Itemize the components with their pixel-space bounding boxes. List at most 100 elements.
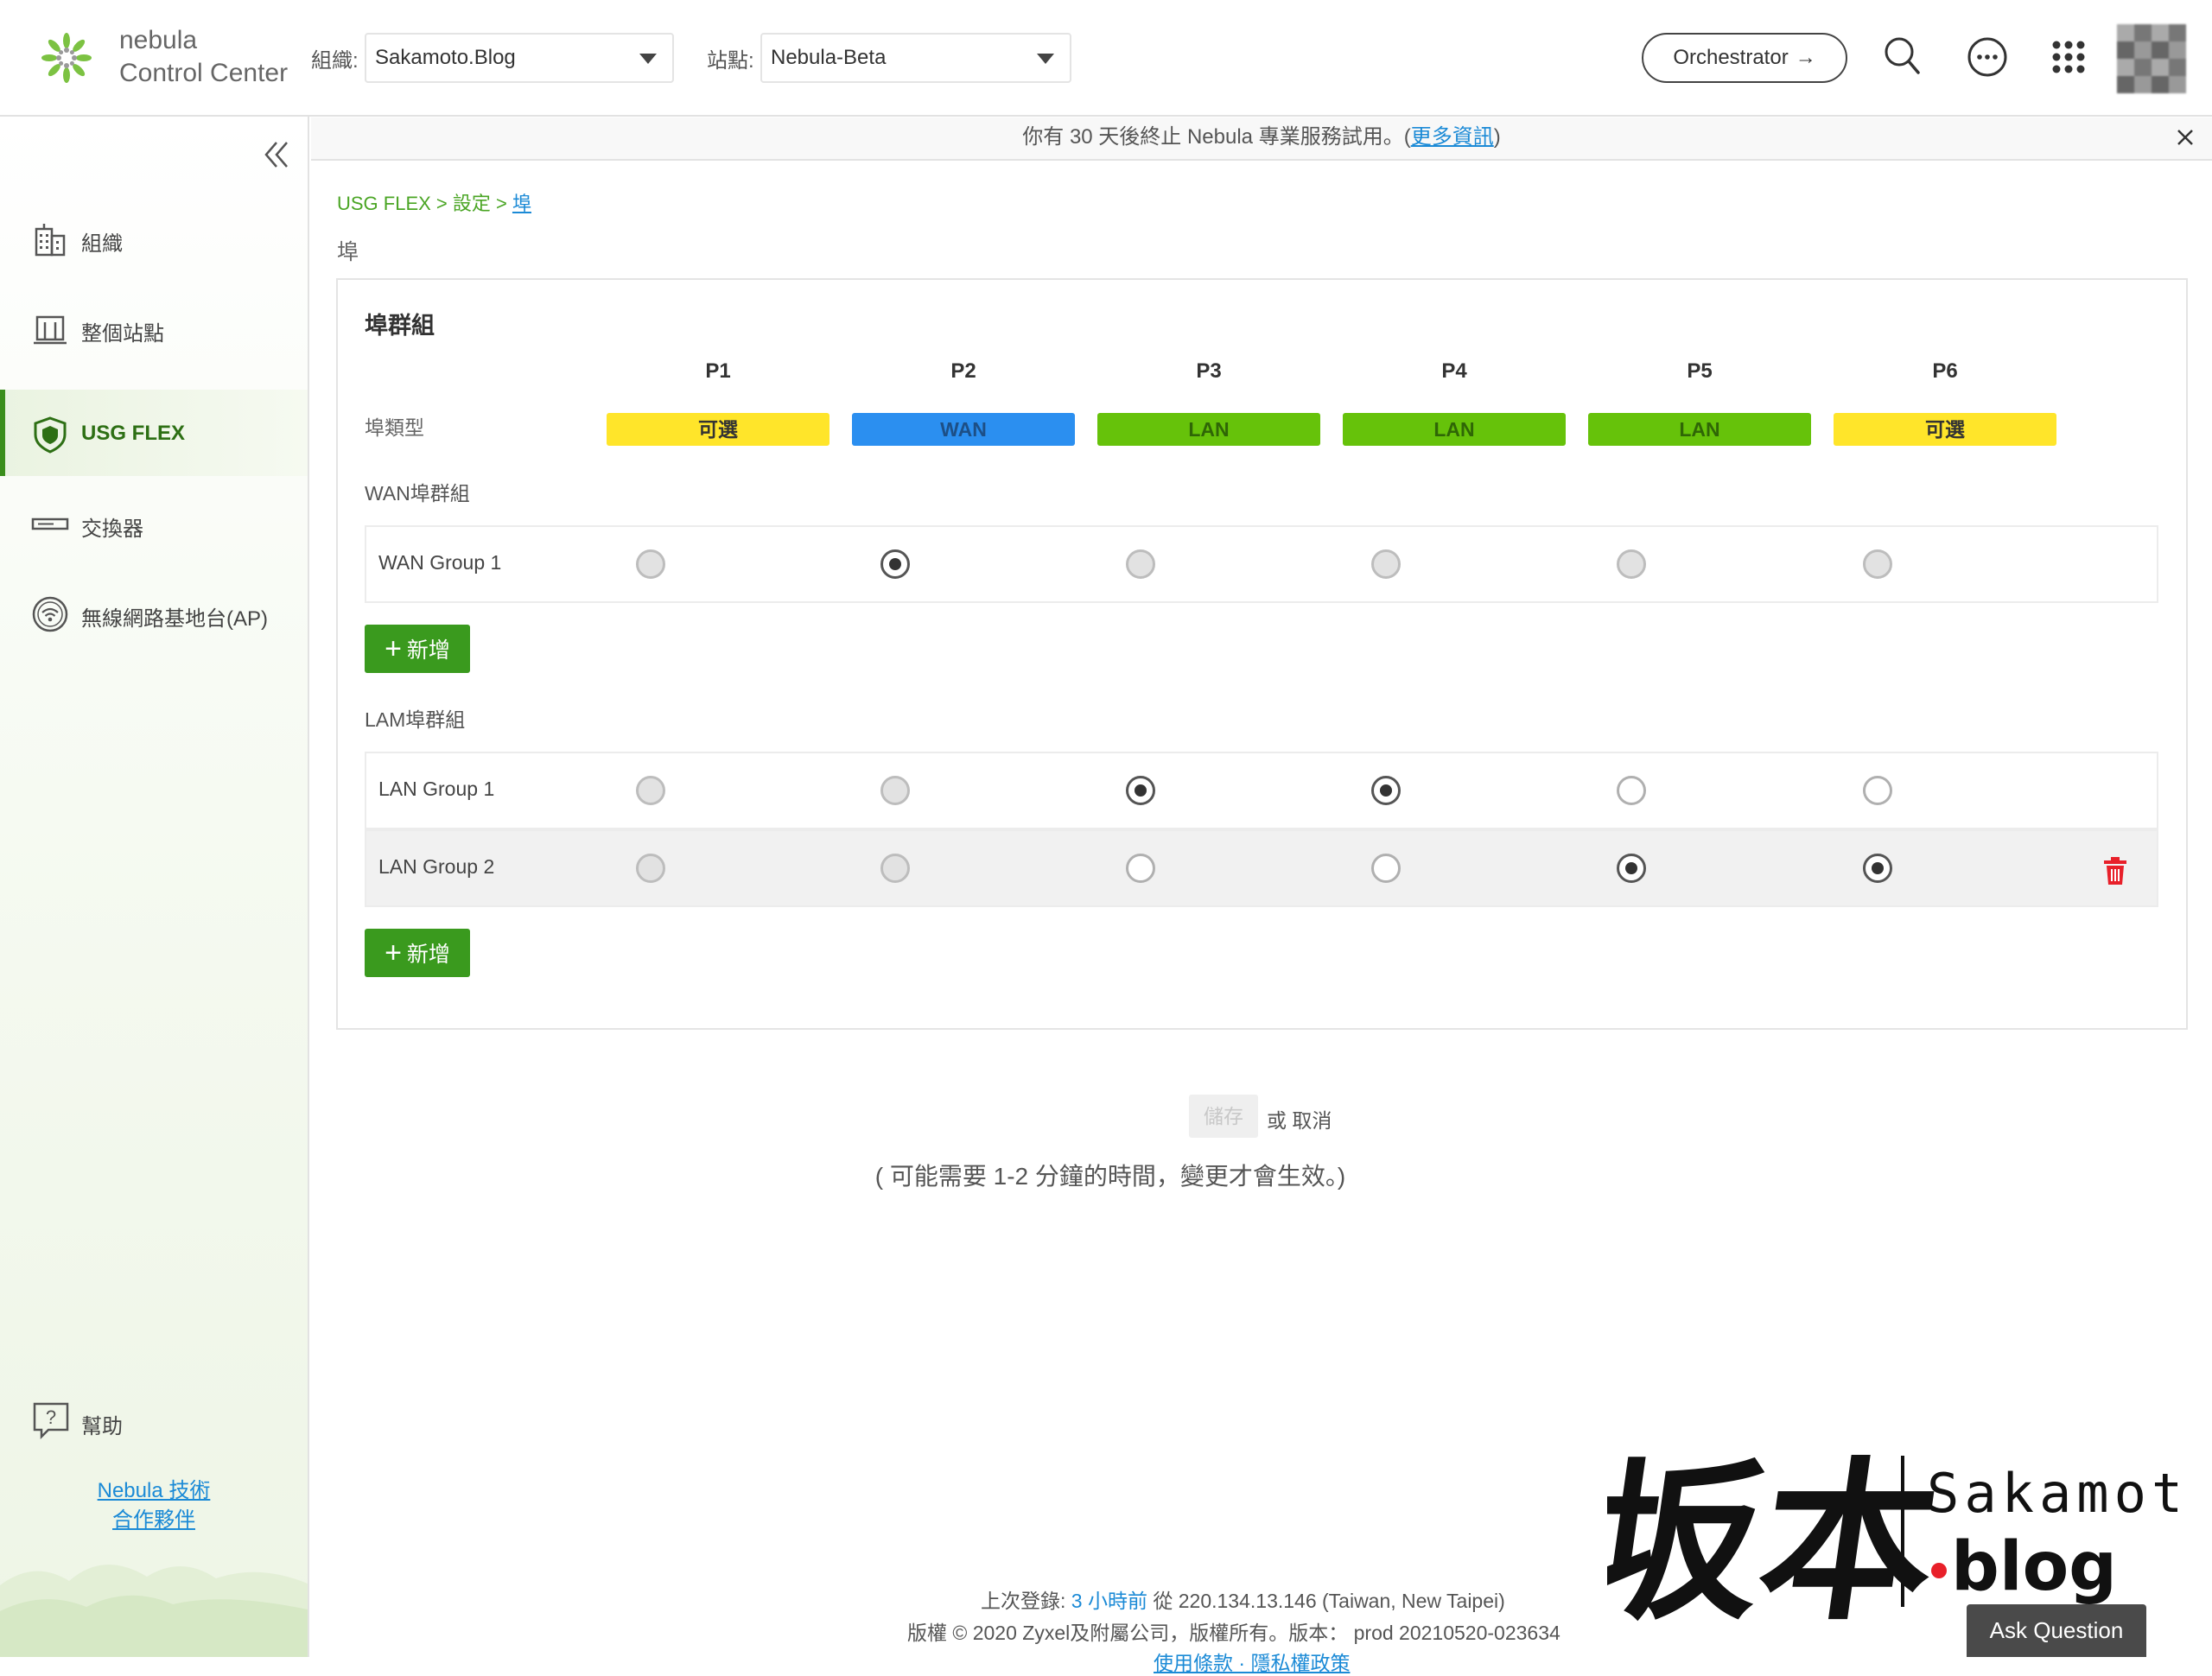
lan-group-radio — [880, 776, 910, 805]
wan-group-radio — [1371, 549, 1401, 579]
lan-group-radio[interactable] — [1371, 854, 1401, 883]
top-bar: nebula Control Center 組織: Sakamoto.Blog … — [0, 0, 2212, 117]
wan-group-radio — [1126, 549, 1155, 579]
copyright: 版權 © 2020 Zyxel及附屬公司，版權所有。版本： prod 20210… — [907, 1622, 1560, 1644]
sidebar-item-switch[interactable]: 交換器 — [0, 479, 308, 566]
ask-question-button[interactable]: Ask Question — [1967, 1604, 2146, 1657]
lan-group-radio[interactable] — [1371, 776, 1401, 805]
nebula-logo-icon — [41, 33, 92, 83]
group-name: LAN Group 2 — [378, 855, 495, 878]
close-icon[interactable] — [2172, 124, 2198, 150]
port-type-badge[interactable]: LAN — [1588, 413, 1811, 446]
group-name: LAN Group 1 — [378, 778, 495, 800]
column-header-p3: P3 — [1196, 359, 1222, 383]
sidebar-item-label: 交換器 — [81, 517, 143, 541]
cancel-link[interactable]: 或 取消 — [1267, 1104, 1332, 1133]
avatar[interactable] — [2117, 24, 2186, 93]
sidebar-item-label: USG FLEX — [81, 422, 186, 445]
last-login-suffix: 從 220.134.13.146 (Taiwan, New Taipei) — [1147, 1590, 1505, 1612]
help-link[interactable]: ? 幫助 — [0, 1395, 308, 1447]
help-label: 幫助 — [81, 1415, 123, 1438]
clouds-decoration — [0, 1565, 308, 1657]
lan-group-section-label: LAM埠群組 — [365, 708, 466, 731]
shield-icon — [34, 416, 67, 454]
sidebar-item-label: 無線網路基地台(AP) — [81, 607, 268, 631]
plus-icon: + — [385, 936, 402, 969]
lan-group-radio[interactable] — [1126, 776, 1155, 805]
port-group-card — [336, 278, 2188, 1030]
svg-text:坂本: 坂本 — [1607, 1441, 1949, 1641]
switch-icon — [31, 517, 69, 530]
partner-link[interactable]: Nebula 技術 — [0, 1473, 308, 1503]
lan-group-radio — [636, 776, 665, 805]
breadcrumb-current[interactable]: 埠 — [512, 193, 531, 214]
add-lan-group-button[interactable]: + 新增 — [365, 929, 470, 977]
lan-group-radio[interactable] — [1617, 776, 1646, 805]
add-label: 新增 — [406, 943, 450, 967]
lan-group-radio — [880, 854, 910, 883]
org-select-value: Sakamoto.Blog — [375, 46, 516, 69]
building-icon — [35, 224, 66, 257]
help-icon: ? — [33, 1402, 69, 1440]
chevron-down-icon — [1037, 54, 1054, 64]
sidebar-item-label: 整個站點 — [81, 322, 164, 346]
add-wan-group-button[interactable]: + 新增 — [365, 625, 470, 673]
footer-links[interactable]: 使用條款 · 隱私權政策 — [1154, 1647, 1350, 1676]
wan-group-radio — [1617, 549, 1646, 579]
port-type-badge[interactable]: 可選 — [1834, 413, 2056, 446]
port-type-badge[interactable]: WAN — [852, 413, 1075, 446]
orchestrator-label: Orchestrator — [1673, 46, 1789, 69]
collapse-sidebar-icon[interactable] — [259, 137, 294, 172]
plus-icon: + — [385, 632, 402, 665]
last-login-ago[interactable]: 3 小時前 — [1071, 1590, 1147, 1612]
svg-text:blog: blog — [1951, 1528, 2117, 1606]
port-type-label: 埠類型 — [365, 416, 424, 439]
port-type-badge[interactable]: LAN — [1343, 413, 1566, 446]
page-title: 埠 — [337, 240, 359, 264]
save-button[interactable]: 儲存 — [1189, 1095, 1258, 1138]
org-label: 組織: — [311, 49, 359, 73]
last-login-info: 上次登錄: 3 小時前 從 220.134.13.146 (Taiwan, Ne… — [981, 1584, 1505, 1614]
wifi-icon — [32, 596, 68, 632]
column-header-p1: P1 — [705, 359, 731, 383]
chevron-down-icon — [639, 54, 657, 64]
column-header-p6: P6 — [1932, 359, 1958, 383]
brand-subtitle: Control Center — [119, 59, 289, 87]
lan-group-radio[interactable] — [1863, 854, 1892, 883]
card-title: 埠群組 — [365, 313, 435, 339]
column-header-p4: P4 — [1441, 359, 1467, 383]
site-label: 站點: — [707, 49, 754, 73]
more-info-link[interactable]: 更多資訊 — [1411, 125, 1494, 149]
trash-icon[interactable] — [2102, 856, 2128, 886]
site-select-value: Nebula-Beta — [771, 46, 887, 69]
port-type-badge[interactable]: LAN — [1097, 413, 1320, 446]
wan-group-section-label: WAN埠群組 — [365, 482, 470, 505]
site-icon — [34, 315, 67, 345]
wan-group-radio[interactable] — [880, 549, 910, 579]
column-header-p5: P5 — [1687, 359, 1713, 383]
add-label: 新增 — [406, 638, 450, 663]
apply-hint: ( 可能需要 1-2 分鐘的時間，變更才會生效。) — [0, 1158, 2212, 1192]
sidebar-item-ap[interactable]: 無線網路基地台(AP) — [0, 569, 308, 656]
arrow-right-icon: → — [1795, 46, 1816, 69]
wan-group-radio — [1863, 549, 1892, 579]
sidebar-item-organization[interactable]: 組織 — [0, 194, 308, 281]
apps-grid-icon[interactable] — [2043, 31, 2094, 83]
org-select[interactable]: Sakamoto.Blog — [365, 33, 674, 83]
column-header-p2: P2 — [950, 359, 976, 383]
sidebar-item-usg-flex[interactable]: USG FLEX — [0, 390, 308, 476]
more-options-icon[interactable] — [1961, 31, 2013, 83]
apply-hint-text: ( 可能需要 1-2 分鐘的時間，變更才會生效。) — [874, 1163, 1346, 1190]
search-icon[interactable] — [1877, 31, 1929, 83]
sidebar-item-label: 組織 — [81, 232, 123, 256]
lan-group-radio[interactable] — [1126, 854, 1155, 883]
port-type-badge[interactable]: 可選 — [607, 413, 830, 446]
lan-group-radio[interactable] — [1863, 776, 1892, 805]
lan-group-radio[interactable] — [1617, 854, 1646, 883]
brand-name: nebula — [119, 26, 198, 54]
orchestrator-button[interactable]: Orchestrator → — [1642, 33, 1847, 83]
site-select[interactable]: Nebula-Beta — [760, 33, 1071, 83]
sidebar-item-site[interactable]: 整個站點 — [0, 284, 308, 371]
group-name: WAN Group 1 — [378, 551, 502, 574]
breadcrumb-path[interactable]: USG FLEX > 設定 > — [337, 193, 512, 214]
